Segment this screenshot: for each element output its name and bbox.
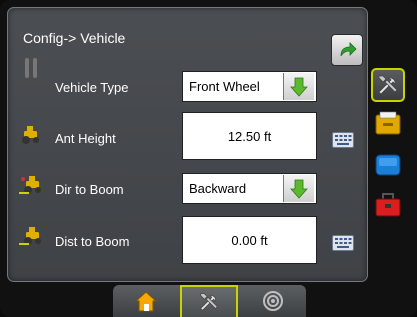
tab-configuration[interactable]	[180, 285, 238, 317]
keyboard-icon[interactable]	[332, 235, 354, 251]
dist-to-boom-value: 0.00 ft	[231, 232, 268, 248]
dir-to-boom-dropdown[interactable]: Backward	[182, 173, 317, 204]
bottom-tab-bar	[113, 285, 306, 317]
tab-tools[interactable]	[371, 68, 405, 102]
tools-icon	[200, 293, 218, 311]
boom-direction-icon	[19, 176, 41, 194]
vehicle-type-label: Vehicle Type	[55, 80, 129, 95]
antenna-height-icon	[22, 126, 39, 144]
ant-height-field[interactable]: 12.50 ft	[182, 112, 317, 160]
vehicle-type-value: Front Wheel	[189, 79, 260, 94]
down-arrow-icon	[290, 179, 308, 199]
dist-to-boom-label: Dist to Boom	[55, 234, 130, 249]
return-arrow-icon	[340, 42, 357, 57]
folder-icon	[375, 111, 401, 135]
back-button[interactable]	[331, 34, 363, 66]
page-title: Config-> Vehicle	[23, 30, 126, 46]
keyboard-icon[interactable]	[332, 132, 354, 148]
vehicle-type-dropdown[interactable]: Front Wheel	[182, 71, 317, 102]
dir-to-boom-label: Dir to Boom	[55, 182, 124, 197]
screen-icon	[375, 154, 401, 176]
tab-files[interactable]	[371, 106, 405, 140]
vehicle-type-icon	[25, 58, 37, 78]
tab-display[interactable]	[371, 148, 405, 182]
dist-to-boom-field[interactable]: 0.00 ft	[182, 216, 317, 264]
tab-home[interactable]	[117, 285, 175, 317]
down-arrow-icon	[290, 77, 308, 97]
ant-height-value: 12.50 ft	[227, 128, 272, 144]
ant-height-label: Ant Height	[55, 131, 116, 146]
gps-target-icon	[263, 291, 283, 311]
tab-gps-status[interactable]	[244, 285, 302, 317]
dropdown-arrow-button[interactable]	[283, 175, 314, 202]
boom-distance-icon	[19, 227, 41, 245]
home-icon	[134, 291, 158, 312]
toolbox-icon	[375, 193, 401, 217]
tab-toolbox[interactable]	[371, 188, 405, 222]
dir-to-boom-value: Backward	[189, 181, 247, 196]
tools-icon	[378, 75, 398, 95]
dropdown-arrow-button[interactable]	[283, 73, 314, 100]
